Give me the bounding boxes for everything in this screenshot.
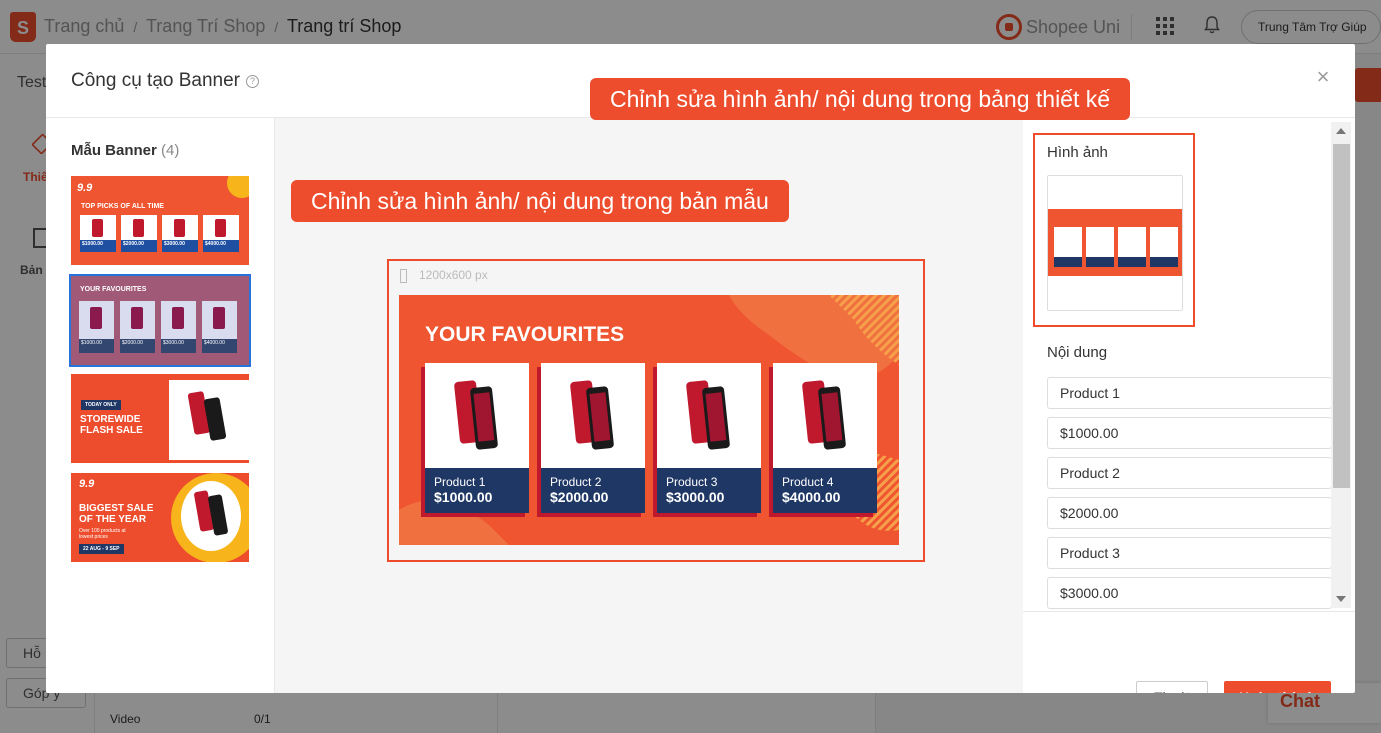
editor-scrollbar[interactable] <box>1331 122 1351 608</box>
template-card: $4000.00 <box>202 301 237 353</box>
template-title: BIGGEST SALE OF THE YEAR <box>79 503 154 525</box>
product-info: Product 1 $1000.00 <box>425 468 529 513</box>
template-badge: 9.9 <box>79 478 95 490</box>
template-card: $2000.00 <box>121 215 157 252</box>
template-photo <box>169 380 249 460</box>
template-panel: Mẫu Banner (4) 9.9 TOP PICKS OF ALL TIME… <box>46 118 275 693</box>
banner-tool-modal: Công cụ tạo Banner ? × Mẫu Banner (4) 9.… <box>46 44 1355 693</box>
design-canvas-area: Chỉnh sửa hình ảnh/ nội dung trong bản m… <box>275 118 1023 693</box>
product-2-price-input[interactable]: $2000.00 <box>1047 497 1332 529</box>
template-title: TOP PICKS OF ALL TIME <box>81 203 164 210</box>
template-card: $1000.00 <box>79 301 114 353</box>
product-card[interactable]: Product 2 $2000.00 <box>541 363 645 513</box>
info-icon[interactable]: ? <box>246 74 260 88</box>
template-thumbnail-4[interactable]: 9.9 BIGGEST SALE OF THE YEAR Over 100 pr… <box>71 473 249 562</box>
template-photo <box>181 481 241 551</box>
phone-image <box>454 380 498 450</box>
product-info: Product 3 $3000.00 <box>657 468 761 513</box>
product-price: $2000.00 <box>550 489 609 505</box>
template-thumbnail-2[interactable]: YOUR FAVOURITES $1000.00 $2000.00 $3000.… <box>69 274 251 367</box>
exit-button[interactable]: Thoát <box>1136 681 1208 693</box>
product-card[interactable]: Product 3 $3000.00 <box>657 363 761 513</box>
product-card[interactable]: Product 4 $4000.00 <box>773 363 877 513</box>
ruler-icon <box>400 269 407 283</box>
template-count: (4) <box>161 142 180 159</box>
template-dates: 22 AUG - 9 SEP <box>79 544 124 554</box>
phone-image <box>570 380 614 450</box>
template-card: $4000.00 <box>203 215 239 252</box>
banner-title[interactable]: YOUR FAVOURITES <box>425 323 624 347</box>
product-2-name-input[interactable]: Product 2 <box>1047 457 1332 489</box>
content-label: Nội dung <box>1047 344 1108 361</box>
product-price: $4000.00 <box>782 489 841 505</box>
banner-preview[interactable]: YOUR FAVOURITES Product 1 $1000.00 Produ… <box>399 295 899 545</box>
template-card: $3000.00 <box>161 301 196 353</box>
content-fields: Product 1 $1000.00 Product 2 $2000.00 Pr… <box>1047 377 1332 611</box>
design-edit-callout: Chỉnh sửa hình ảnh/ nội dung trong bảng … <box>590 78 1131 120</box>
template-edit-callout: Chỉnh sửa hình ảnh/ nội dung trong bản m… <box>291 180 789 222</box>
template-card: $3000.00 <box>162 215 198 252</box>
image-section: Hình ảnh <box>1033 133 1195 327</box>
template-title: YOUR FAVOURITES <box>80 286 147 293</box>
scroll-thumb[interactable] <box>1333 144 1350 488</box>
phone-image <box>686 380 730 450</box>
product-price: $1000.00 <box>434 489 493 505</box>
template-subtitle: Over 100 products at lowest prices <box>79 528 126 540</box>
editor-scroll-area: Hình ảnh Nội dung Product 1 $1000.00 Pro… <box>1023 118 1355 612</box>
template-thumbnail-1[interactable]: 9.9 TOP PICKS OF ALL TIME $1000.00 $2000… <box>71 176 249 265</box>
image-label: Hình ảnh <box>1047 144 1108 161</box>
template-badge: 9.9 <box>77 182 93 194</box>
scroll-down-icon[interactable] <box>1336 596 1346 602</box>
phone-image <box>802 380 846 450</box>
product-name: Product 1 <box>434 475 486 489</box>
product-card[interactable]: Product 1 $1000.00 <box>425 363 529 513</box>
template-card: $1000.00 <box>80 215 116 252</box>
product-3-price-input[interactable]: $3000.00 <box>1047 577 1332 609</box>
complete-button[interactable]: Hoàn thành <box>1224 681 1331 693</box>
product-info: Product 4 $4000.00 <box>773 468 877 513</box>
product-price: $3000.00 <box>666 489 725 505</box>
decor-circle <box>227 176 249 198</box>
product-3-name-input[interactable]: Product 3 <box>1047 537 1332 569</box>
banner-frame: 1200x600 px YOUR FAVOURITES Product 1 $1… <box>387 259 925 562</box>
product-info: Product 2 $2000.00 <box>541 468 645 513</box>
image-thumbnail[interactable] <box>1047 175 1183 311</box>
template-heading: Mẫu Banner (4) <box>71 142 180 159</box>
product-1-name-input[interactable]: Product 1 <box>1047 377 1332 409</box>
product-name: Product 3 <box>666 475 718 489</box>
scroll-up-icon[interactable] <box>1336 128 1346 134</box>
modal-title-text: Công cụ tạo Banner <box>71 70 241 91</box>
banner-size-label: 1200x600 px <box>419 268 488 282</box>
template-tag: TODAY ONLY <box>81 400 121 410</box>
product-name: Product 2 <box>550 475 602 489</box>
template-card: $2000.00 <box>120 301 155 353</box>
modal-title: Công cụ tạo Banner ? <box>71 70 260 92</box>
editor-panel: Hình ảnh Nội dung Product 1 $1000.00 Pro… <box>1023 118 1355 693</box>
template-thumbnail-3[interactable]: TODAY ONLY STOREWIDE FLASH SALE <box>71 374 249 463</box>
close-icon[interactable]: × <box>1314 66 1332 88</box>
template-title: STOREWIDE FLASH SALE <box>80 414 143 436</box>
product-name: Product 4 <box>782 475 834 489</box>
product-1-price-input[interactable]: $1000.00 <box>1047 417 1332 449</box>
